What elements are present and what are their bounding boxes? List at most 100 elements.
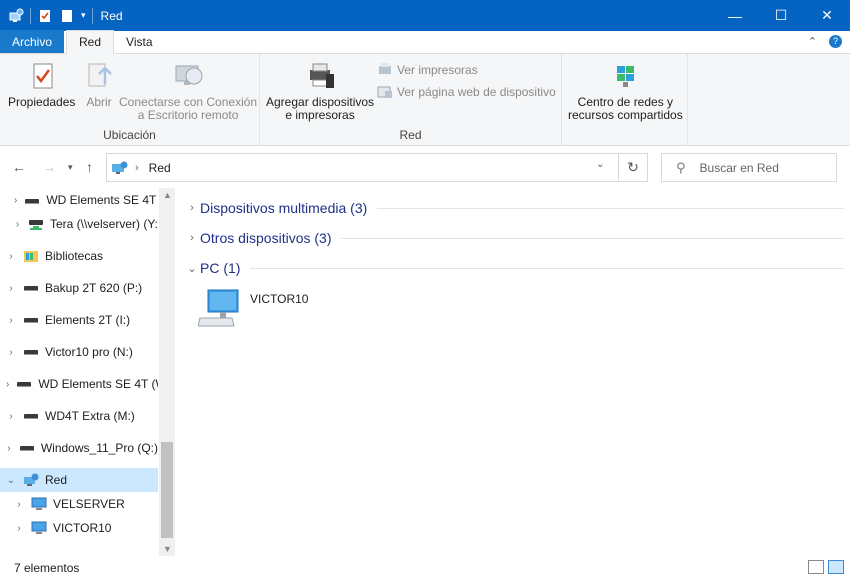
network-icon: [23, 473, 39, 487]
ribbon: Propiedades Abrir Conectarse con Conexió…: [0, 54, 850, 146]
expand-chevron-icon[interactable]: ›: [6, 443, 12, 454]
expand-chevron-icon[interactable]: ›: [14, 499, 24, 510]
remote-desktop-icon: [172, 60, 204, 92]
breadcrumb-separator-icon[interactable]: ›: [135, 162, 139, 174]
expand-chevron-icon[interactable]: ›: [14, 523, 24, 534]
toolbar-divider: [91, 7, 93, 24]
nav-item-velserver[interactable]: › VELSERVER: [0, 492, 158, 516]
collapse-chevron-icon[interactable]: ⌄: [184, 262, 200, 275]
add-devices-button[interactable]: Agregar dispositivos e impresoras: [266, 60, 374, 122]
group-dispositivos-multimedia[interactable]: › Dispositivos multimedia (3): [184, 196, 844, 220]
nav-item-elements-2t[interactable]: › Elements 2T (I:): [0, 308, 158, 332]
expand-chevron-icon[interactable]: ›: [6, 347, 16, 358]
nav-item-bakup-2t[interactable]: › Bakup 2T 620 (P:): [0, 276, 158, 300]
recent-locations-chevron-icon[interactable]: ▾: [68, 162, 73, 173]
drive-icon: [16, 377, 32, 391]
scrollbar-thumb[interactable]: [161, 442, 173, 538]
group-divider: [341, 237, 844, 239]
close-button[interactable]: ✕: [804, 0, 850, 31]
address-history-chevron-icon[interactable]: ⌄: [596, 159, 604, 170]
expand-chevron-icon[interactable]: ›: [184, 232, 200, 244]
nav-item-windows-11-pro[interactable]: › Windows_11_Pro (Q:): [0, 436, 158, 460]
expand-chevron-icon[interactable]: ›: [14, 195, 17, 206]
drive-icon: [19, 441, 35, 455]
open-document-icon: [83, 60, 115, 92]
expand-chevron-icon[interactable]: ›: [6, 251, 16, 262]
properties-button[interactable]: Propiedades: [8, 60, 75, 109]
collapse-ribbon-chevron-icon[interactable]: ⌃: [808, 35, 817, 48]
tab-archivo[interactable]: Archivo: [0, 30, 65, 53]
group-otros-dispositivos[interactable]: › Otros dispositivos (3): [184, 226, 844, 250]
group-label-ubicacion: Ubicación: [103, 128, 156, 142]
refresh-button[interactable]: ↻: [619, 153, 648, 182]
customize-toolbar-chevron-icon[interactable]: ▾: [81, 10, 86, 21]
ribbon-group-ubicacion: Propiedades Abrir Conectarse con Conexió…: [0, 54, 260, 146]
minimize-button[interactable]: —: [712, 0, 758, 31]
expand-chevron-icon[interactable]: ›: [6, 379, 9, 390]
nav-item-wd4t-extra[interactable]: › WD4T Extra (M:): [0, 404, 158, 428]
tab-red[interactable]: Red: [66, 30, 115, 54]
remote-desktop-button[interactable]: Conectarse con Conexión a Escritorio rem…: [119, 60, 257, 122]
scroll-up-icon[interactable]: ▲: [163, 190, 172, 200]
navigation-pane: › WD Elements SE 4T ( › Tera (\\velserve…: [0, 188, 176, 556]
expand-chevron-icon[interactable]: ›: [184, 202, 200, 214]
address-bar[interactable]: › Red: [106, 153, 619, 182]
address-row: ← → ▾ ↑ › Red ⌄ ↻ ⚲ Buscar en Red: [0, 147, 850, 187]
item-count: 7 elementos: [14, 560, 80, 575]
toolbar-divider: [30, 7, 31, 24]
forward-arrow-icon[interactable]: →: [42, 159, 56, 175]
network-sharing-center-button[interactable]: Centro de redes y recursos compartidos: [568, 60, 683, 122]
expand-chevron-icon[interactable]: ›: [6, 411, 16, 422]
drive-icon: [23, 345, 39, 359]
help-icon[interactable]: ?: [829, 35, 842, 48]
breadcrumb-red[interactable]: Red: [149, 161, 171, 175]
ribbon-tabs: Archivo Red Vista ⌃ ?: [0, 30, 850, 54]
group-pc[interactable]: ⌄ PC (1): [184, 256, 844, 280]
properties-icon[interactable]: [37, 8, 53, 24]
view-printers-button[interactable]: Ver impresoras: [377, 62, 478, 78]
expand-chevron-icon[interactable]: ›: [6, 315, 16, 326]
collapse-chevron-icon[interactable]: ⌄: [6, 475, 16, 486]
drive-icon: [24, 193, 40, 207]
group-divider: [250, 267, 844, 269]
computer-icon: [31, 497, 47, 511]
nav-item-bibliotecas[interactable]: › Bibliotecas: [0, 244, 158, 268]
new-folder-icon[interactable]: [59, 8, 75, 24]
search-input[interactable]: ⚲ Buscar en Red: [661, 153, 837, 182]
desktop-computer-icon: [197, 286, 242, 333]
tab-vista[interactable]: Vista: [114, 30, 164, 53]
nav-item-red[interactable]: ⌄ Red: [0, 468, 158, 492]
network-drive-icon: [28, 217, 44, 231]
maximize-button[interactable]: ☐: [758, 0, 804, 31]
nav-item-wd-elements-se-4t[interactable]: › WD Elements SE 4T (: [0, 188, 158, 212]
nav-item-victor10[interactable]: › VICTOR10: [0, 516, 158, 540]
window-title: Red: [100, 8, 123, 23]
nav-scrollbar[interactable]: ▲ ▼: [159, 188, 175, 556]
content-area: › Dispositivos multimedia (3) › Otros di…: [176, 188, 850, 556]
ribbon-group-centro: Centro de redes y recursos compartidos: [562, 54, 688, 146]
group-divider: [377, 207, 844, 209]
back-arrow-icon[interactable]: ←: [12, 159, 26, 175]
details-view-icon[interactable]: [808, 560, 824, 574]
scroll-down-icon[interactable]: ▼: [163, 544, 172, 554]
printers-icon: [377, 62, 393, 78]
up-arrow-icon[interactable]: ↑: [86, 159, 93, 175]
drive-icon: [23, 409, 39, 423]
large-icons-view-icon[interactable]: [828, 560, 844, 574]
network-sharing-center-icon: [609, 60, 641, 92]
nav-item-wd-elements-se-4t-w[interactable]: › WD Elements SE 4T (W: [0, 372, 158, 396]
expand-chevron-icon[interactable]: ›: [6, 283, 16, 294]
view-device-webpage-button[interactable]: Ver página web de dispositivo: [377, 84, 556, 100]
expand-chevron-icon[interactable]: ›: [14, 219, 21, 230]
device-victor10[interactable]: VICTOR10: [197, 286, 318, 333]
group-label-red: Red: [399, 128, 422, 142]
printer-devices-icon: [304, 60, 336, 92]
nav-item-tera[interactable]: › Tera (\\velserver) (Y:: [0, 212, 158, 236]
drive-icon: [23, 313, 39, 327]
open-button[interactable]: Abrir: [83, 60, 115, 109]
properties-icon: [26, 60, 58, 92]
network-app-icon[interactable]: [8, 8, 24, 24]
refresh-icon: ↻: [627, 159, 639, 175]
nav-item-victor10-pro[interactable]: › Victor10 pro (N:): [0, 340, 158, 364]
library-folder-icon: [23, 249, 39, 263]
